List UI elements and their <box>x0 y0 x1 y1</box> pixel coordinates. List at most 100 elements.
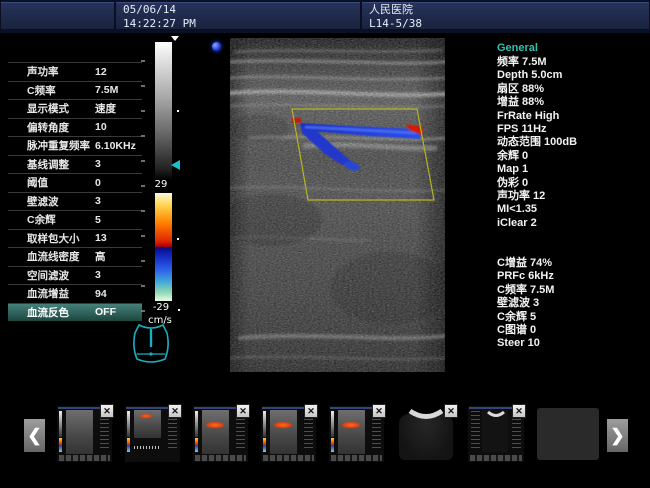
thumb-doppler-blob <box>206 422 224 428</box>
time-text: 14:22:27 PM <box>123 17 360 31</box>
info-line: 扇区 88% <box>497 83 647 96</box>
info-line: MI<1.35 <box>497 203 647 216</box>
param-row-acoustic-power[interactable]: 声功率 12 <box>8 62 142 81</box>
thumb-colorbar <box>59 438 62 452</box>
thumb-strip <box>470 455 522 461</box>
grayscale-bar <box>155 42 172 180</box>
thumb-image <box>338 410 365 454</box>
probe-model: L14-5/38 <box>369 17 649 31</box>
scale-dot <box>178 309 180 311</box>
thumbnail-8-empty[interactable] <box>537 408 599 460</box>
thumb-strip <box>263 455 314 461</box>
param-value: 12 <box>95 66 107 78</box>
close-icon[interactable]: ✕ <box>168 404 182 418</box>
param-row-packet-size[interactable]: 取样包大小 13 <box>8 229 142 248</box>
info-line: Depth 5.0cm <box>497 69 647 82</box>
thumb-text <box>471 411 480 451</box>
info-line: C频率 7.5M <box>497 284 647 297</box>
param-label: 血流增益 <box>27 286 95 301</box>
info-line: FPS 11Hz <box>497 123 647 136</box>
info-line: Map 1 <box>497 163 647 176</box>
param-row-wall-filter[interactable]: 壁滤波 3 <box>8 192 142 211</box>
thumb-image <box>270 410 297 454</box>
focus-marker-icon[interactable] <box>171 160 180 170</box>
scale-dot <box>177 238 179 240</box>
close-icon[interactable]: ✕ <box>100 404 114 418</box>
param-label: 血流线密度 <box>27 249 95 264</box>
close-icon[interactable]: ✕ <box>236 404 250 418</box>
param-row-spatial-filter[interactable]: 空间滤波 3 <box>8 266 142 285</box>
thumbnail-2[interactable]: ✕ <box>125 406 180 462</box>
param-label: 偏转角度 <box>27 120 95 135</box>
param-label: 脉冲重复频率 <box>27 138 95 153</box>
thumb-image <box>66 410 93 454</box>
param-row-display-mode[interactable]: 显示模式 速度 <box>8 99 142 118</box>
param-value: 3 <box>95 195 101 207</box>
thumb-strip <box>59 455 110 461</box>
info-line: C增益 74% <box>497 257 647 270</box>
thumb-colorbar <box>195 438 198 452</box>
orientation-dot-icon <box>212 42 221 51</box>
param-label: 取样包大小 <box>27 231 95 246</box>
param-row-baseline[interactable]: 基线调整 3 <box>8 155 142 174</box>
info-line: 动态范围 100dB <box>497 136 647 149</box>
param-value: 10 <box>95 121 107 133</box>
close-icon[interactable]: ✕ <box>512 404 526 418</box>
thumbnail-6[interactable]: ✕ <box>396 406 456 462</box>
param-label: C频率 <box>27 83 95 98</box>
thumbnail-5[interactable]: ✕ <box>329 406 384 462</box>
info-line: PRFc 6kHz <box>497 270 647 283</box>
filmstrip-next-button[interactable]: ❯ <box>607 419 628 452</box>
param-row-c-frequency[interactable]: C频率 7.5M <box>8 81 142 100</box>
param-value: 0 <box>95 177 101 189</box>
thumbnail-4[interactable]: ✕ <box>261 406 316 462</box>
param-value: OFF <box>95 306 116 318</box>
thumb-colorbar <box>263 438 266 452</box>
thumbnail-7[interactable]: ✕ <box>468 406 524 462</box>
param-value: 3 <box>95 269 101 281</box>
param-row-prf[interactable]: 脉冲重复频率 6.10KHz <box>8 136 142 155</box>
ultrasound-image[interactable] <box>230 38 445 372</box>
param-value: 94 <box>95 288 107 300</box>
param-label: 基线调整 <box>27 157 95 172</box>
info-line: 增益 88% <box>497 96 647 109</box>
param-label: C余辉 <box>27 212 95 227</box>
thumb-strip <box>195 455 246 461</box>
hospital-box: 人民医院 L14-5/38 <box>361 1 650 30</box>
param-row-flow-invert-selected[interactable]: 血流反色 OFF <box>8 303 142 322</box>
info-panel: General 频率 7.5M Depth 5.0cm 扇区 88% 增益 88… <box>497 40 647 351</box>
header-bar: 05/06/14 14:22:27 PM 人民医院 L14-5/38 <box>0 0 650 33</box>
info-line: C余辉 5 <box>497 311 647 324</box>
info-line: Steer 10 <box>497 337 647 350</box>
param-value: 3 <box>95 158 101 170</box>
velocity-max-label: 29 <box>146 179 176 190</box>
info-line: 余辉 0 <box>497 150 647 163</box>
ultrasound-screen: 05/06/14 14:22:27 PM 人民医院 L14-5/38 声功率 1… <box>0 0 650 488</box>
param-value: 5 <box>95 214 101 226</box>
thumbnail-1[interactable]: ✕ <box>57 406 112 462</box>
thumb-colorbar <box>331 438 334 452</box>
filmstrip-prev-button[interactable]: ❮ <box>24 419 45 452</box>
param-row-c-persistence[interactable]: C余辉 5 <box>8 210 142 229</box>
param-row-steer-angle[interactable]: 偏转角度 10 <box>8 118 142 137</box>
info-line: 伪彩 0 <box>497 177 647 190</box>
info-line: 频率 7.5M <box>497 56 647 69</box>
param-value: 13 <box>95 232 107 244</box>
thumb-colorbar <box>127 438 130 452</box>
param-row-threshold[interactable]: 阈值 0 <box>8 173 142 192</box>
param-label: 声功率 <box>27 64 95 79</box>
thumb-graybar <box>331 411 334 437</box>
thumb-probe-arc <box>485 409 507 421</box>
thumbnail-3[interactable]: ✕ <box>193 406 248 462</box>
param-row-flow-gain[interactable]: 血流增益 94 <box>8 284 142 303</box>
close-icon[interactable]: ✕ <box>304 404 318 418</box>
info-line: C图谱 0 <box>497 324 647 337</box>
thumb-probe-arc <box>405 407 447 425</box>
param-row-line-density[interactable]: 血流线密度 高 <box>8 247 142 266</box>
param-label: 显示模式 <box>27 101 95 116</box>
close-icon[interactable]: ✕ <box>444 404 458 418</box>
close-icon[interactable]: ✕ <box>372 404 386 418</box>
thumb-doppler-blob <box>140 414 152 418</box>
body-marker-icon[interactable] <box>129 321 173 372</box>
thumb-graybar <box>263 411 266 437</box>
